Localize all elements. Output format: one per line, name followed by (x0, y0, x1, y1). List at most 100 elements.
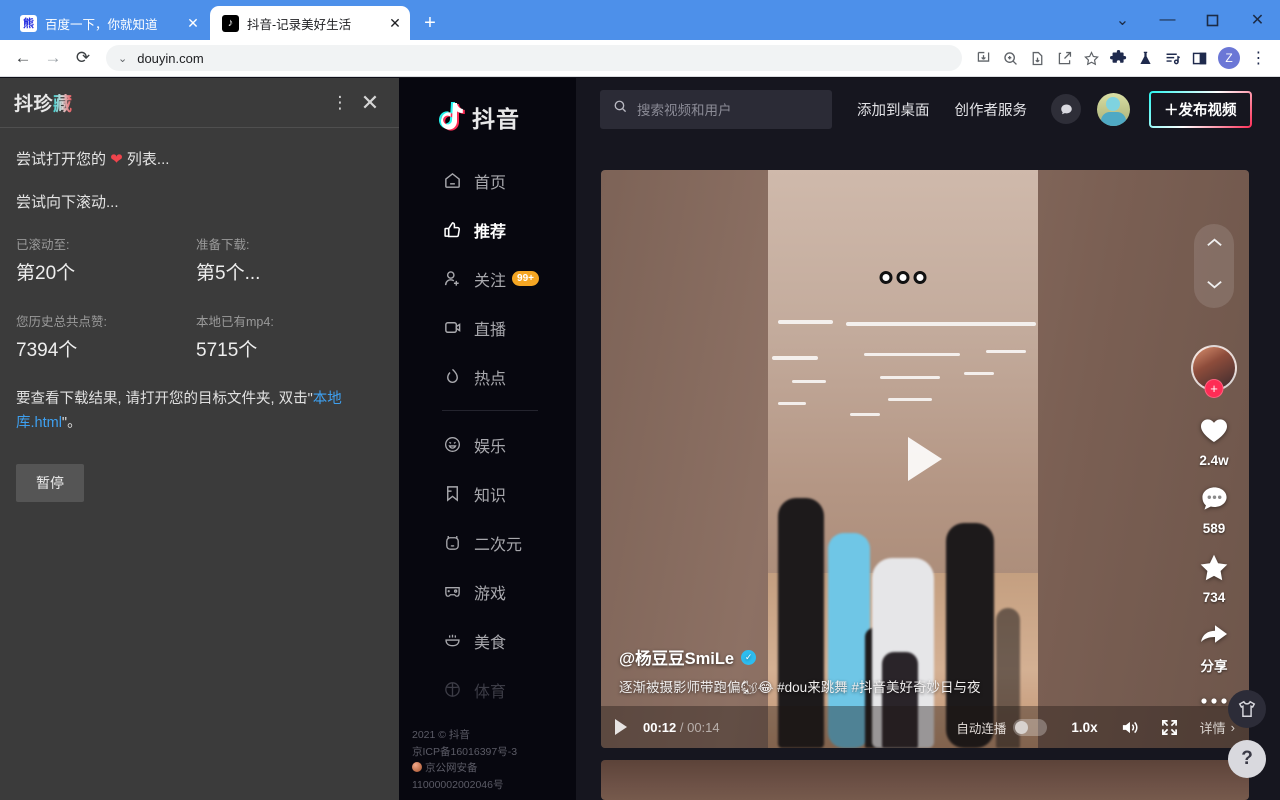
profile-avatar[interactable]: Z (1218, 47, 1240, 69)
extension-panel: 抖珍藏 ⋮ ✕ 尝试打开您的 ❤ 列表... 尝试向下滚动... 已滚动至: 第… (0, 78, 399, 800)
author-name: @杨豆豆SmiLe (619, 650, 735, 668)
search-input[interactable]: 搜索视频和用户 (600, 89, 832, 129)
add-to-desktop-link[interactable]: 添加到桌面 (857, 99, 930, 120)
flask-icon[interactable] (1132, 45, 1159, 72)
sidebar-item-label: 游戏 (474, 585, 507, 603)
chevron-down-icon[interactable] (1205, 278, 1224, 296)
forward-icon[interactable]: → (38, 43, 68, 73)
favorite-button[interactable]: 734 (1199, 553, 1229, 605)
share-button[interactable]: 分享 (1199, 622, 1229, 675)
sidebar-item-recommend[interactable]: 推荐 (399, 205, 576, 254)
footer-police[interactable]: 京公网安备 (412, 760, 576, 777)
tab-search-chevron-icon[interactable]: ⌄ (1100, 3, 1145, 37)
extension-title-glitch: 藏 (53, 94, 73, 115)
sidebar-item-following[interactable]: 关注 99+ (399, 254, 576, 303)
douyin-icon: ♪ (222, 14, 239, 32)
total-time-sep: / (676, 719, 688, 735)
video-author[interactable]: @杨豆豆SmiLe ✓ (619, 645, 980, 669)
extensions-puzzle-icon[interactable] (1105, 45, 1132, 72)
new-tab-button[interactable]: + (416, 9, 444, 37)
heart-icon: ❤ (110, 151, 123, 168)
comment-button[interactable]: 589 (1200, 485, 1229, 536)
address-bar[interactable]: ⌄ douyin.com (106, 45, 962, 71)
next-video-preview[interactable] (601, 760, 1249, 800)
following-badge: 99+ (512, 271, 539, 286)
follow-plus-icon[interactable]: + (1204, 379, 1224, 398)
douyin-logo[interactable]: 抖音 (399, 78, 576, 134)
sidebar-item-live[interactable]: 直播 (399, 303, 576, 352)
home-icon (442, 170, 463, 191)
message-icon[interactable] (1051, 94, 1081, 124)
close-icon[interactable]: ✕ (386, 14, 404, 32)
chevron-up-icon[interactable] (1205, 236, 1224, 254)
browser-tab-baidu[interactable]: 熊 百度一下，你就知道 ✕ (8, 6, 208, 40)
side-panel-icon[interactable] (1186, 45, 1213, 72)
stat-scrolled-to: 已滚动至: 第20个 (16, 234, 196, 285)
playback-rate[interactable]: 1.0x (1071, 720, 1097, 735)
extension-menu-icon[interactable]: ⋮ (325, 88, 355, 118)
extension-title-prefix: 抖珍 (14, 94, 54, 115)
pause-button[interactable]: 暂停 (16, 463, 84, 502)
sidebar-item-label: 推荐 (474, 223, 507, 241)
publish-video-button[interactable]: ＋发布视频 (1149, 91, 1252, 128)
bookmark-star-icon[interactable] (1078, 45, 1105, 72)
sidebar-item-knowledge[interactable]: 知识 (399, 469, 576, 518)
video-controls: 00:12 / 00:14 自动连播 1.0x 详情 › (601, 706, 1249, 748)
stat-local-mp4: 本地已有mp4: 5715个 (196, 311, 376, 362)
user-avatar[interactable] (1097, 92, 1130, 126)
status-line-1-post: 列表... (122, 151, 170, 168)
creator-service-link[interactable]: 创作者服务 (955, 99, 1028, 120)
total-time: 00:14 (687, 719, 720, 735)
extension-close-icon[interactable]: ✕ (355, 88, 385, 118)
bear-icon (442, 532, 463, 553)
chevron-down-icon: ⌄ (118, 52, 128, 65)
help-button[interactable]: ? (1228, 740, 1266, 778)
reading-list-icon[interactable] (1159, 45, 1186, 72)
sidebar-item-label: 知识 (474, 487, 507, 505)
extension-body: 尝试打开您的 ❤ 列表... 尝试向下滚动... 已滚动至: 第20个 准备下载… (0, 128, 399, 502)
footer-icp[interactable]: 京ICP备16016397号-3 (412, 744, 576, 761)
autoplay-toggle[interactable] (1013, 718, 1048, 736)
stat-value: 7394个 (16, 340, 78, 361)
page-save-icon[interactable] (1024, 45, 1051, 72)
maximize-button[interactable] (1190, 3, 1235, 37)
video-nav-arrows[interactable] (1194, 224, 1234, 308)
fullscreen-icon[interactable] (1161, 719, 1178, 736)
url-text: douyin.com (137, 50, 204, 66)
footer-copyright: 2021 © 抖音 (412, 728, 470, 741)
sidebar-item-games[interactable]: 游戏 (399, 567, 576, 616)
close-icon[interactable]: ✕ (184, 14, 202, 32)
sidebar-item-entertainment[interactable]: 娱乐 (399, 420, 576, 469)
footer-police-number: 11000002002046号 (412, 779, 504, 792)
tab-title: 百度一下，你就知道 (45, 17, 158, 32)
sidebar-item-home[interactable]: 首页 (399, 156, 576, 205)
sidebar-item-food[interactable]: 美食 (399, 616, 576, 665)
back-icon[interactable]: ← (8, 43, 38, 73)
zoom-icon[interactable] (997, 45, 1024, 72)
heart-icon (1199, 417, 1229, 449)
play-overlay-icon[interactable] (908, 437, 942, 481)
volume-icon[interactable] (1120, 719, 1139, 736)
note-post: "。 (61, 414, 82, 431)
status-line-2: 尝试向下滚动... (16, 194, 119, 211)
minimize-button[interactable]: — (1145, 3, 1190, 37)
footer-police-label: 京公网安备 (425, 762, 478, 775)
tab-strip: 熊 百度一下，你就知道 ✕ ♪ 抖音-记录美好生活 ✕ + ⌄ — ✕ (0, 0, 1280, 40)
sidebar-item-sports[interactable]: 体育 (399, 665, 576, 714)
video-player[interactable]: + 2.4w 589 734 分享 @杨豆豆SmiLe ✓ 逐渐被摄影师带跑偏🐿… (601, 170, 1249, 748)
play-icon[interactable] (615, 719, 627, 735)
share-icon[interactable] (1051, 45, 1078, 72)
merch-button[interactable] (1228, 690, 1266, 728)
sidebar-item-anime[interactable]: 二次元 (399, 518, 576, 567)
author-avatar[interactable]: + (1191, 345, 1237, 398)
more-options-button[interactable] (1200, 692, 1228, 710)
like-button[interactable]: 2.4w (1199, 417, 1229, 468)
sidebar-item-hot[interactable]: 热点 (399, 352, 576, 401)
reload-icon[interactable]: ⟳ (68, 43, 98, 73)
thumbs-up-icon (442, 219, 463, 240)
browser-tab-douyin[interactable]: ♪ 抖音-记录美好生活 ✕ (210, 6, 410, 40)
browser-menu-icon[interactable]: ⋮ (1245, 45, 1272, 72)
close-window-button[interactable]: ✕ (1235, 3, 1280, 37)
downloads-icon[interactable] (970, 45, 997, 72)
sidebar-footer: 2021 © 抖音 京ICP备16016397号-3 京公网安备 1100000… (399, 727, 576, 794)
